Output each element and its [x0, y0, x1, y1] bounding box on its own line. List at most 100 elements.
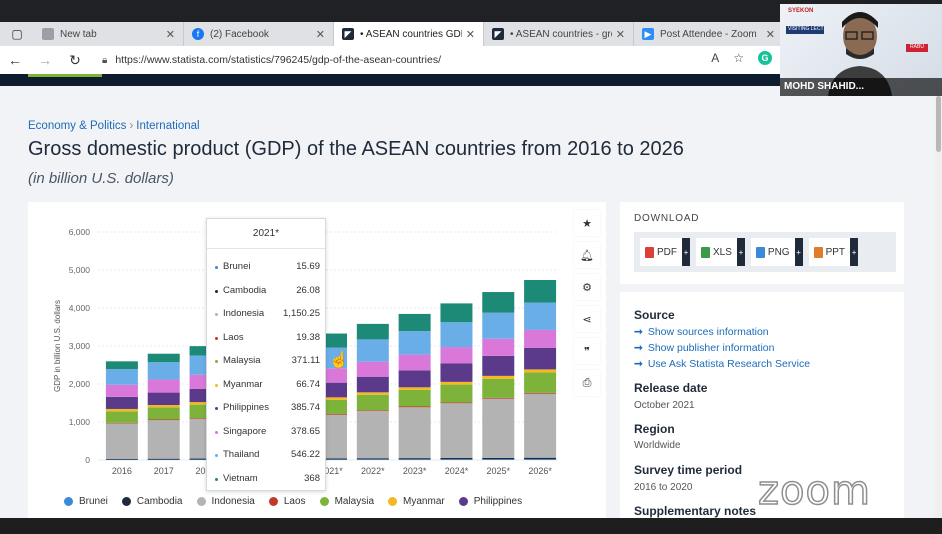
bar-segment[interactable] — [105, 423, 138, 459]
bar-segment[interactable] — [524, 369, 557, 373]
bar-segment[interactable] — [524, 457, 557, 460]
url-field[interactable]: https://www.statista.com/statistics/7962… — [115, 54, 441, 66]
bar-segment[interactable] — [147, 419, 180, 421]
bar-segment[interactable] — [356, 458, 389, 460]
bar-segment[interactable] — [482, 375, 515, 379]
download-png-button[interactable]: PNG + — [750, 238, 803, 266]
bar-segment[interactable] — [147, 379, 180, 393]
bar-segment[interactable] — [398, 459, 431, 460]
bar-segment[interactable] — [524, 372, 557, 393]
bar-segment[interactable] — [524, 459, 557, 460]
plus-icon[interactable]: + — [794, 238, 803, 266]
bar-segment[interactable] — [440, 384, 473, 403]
forward-icon[interactable]: → — [30, 52, 60, 68]
plus-icon[interactable]: + — [850, 238, 859, 266]
bar-segment[interactable] — [105, 369, 138, 385]
bar-segment[interactable] — [524, 347, 557, 370]
gear-icon[interactable]: ⚙ — [574, 274, 600, 300]
legend-item[interactable]: Brunei — [64, 496, 108, 507]
legend-item[interactable]: Malaysia — [319, 496, 374, 507]
bar-segment[interactable] — [147, 458, 180, 460]
show-sources-link[interactable]: ➞ Show sources information — [634, 326, 769, 338]
bar-segment[interactable] — [440, 381, 473, 385]
bar-segment[interactable] — [482, 459, 515, 460]
breadcrumb-link-international[interactable]: International — [136, 120, 199, 132]
bar-segment[interactable] — [398, 406, 431, 408]
legend-item[interactable]: Indonesia — [196, 496, 255, 507]
close-icon[interactable]: ✕ — [466, 28, 475, 41]
bar-segment[interactable] — [356, 339, 389, 362]
bar-segment[interactable] — [482, 397, 515, 399]
bar-segment[interactable] — [398, 313, 431, 332]
bar-segment[interactable] — [105, 396, 138, 409]
favorites-icon[interactable]: ☆ — [733, 51, 744, 65]
bar-segment[interactable] — [524, 393, 557, 458]
bar-segment[interactable] — [398, 458, 431, 460]
bar-segment[interactable] — [398, 407, 431, 459]
scrollbar-thumb[interactable] — [936, 96, 941, 152]
print-icon[interactable]: ⎙ — [574, 370, 600, 396]
bar-segment[interactable] — [524, 329, 557, 348]
bar-segment[interactable] — [356, 376, 389, 393]
download-pdf-button[interactable]: PDF + — [640, 238, 690, 266]
legend-item[interactable]: Myanmar — [388, 496, 445, 507]
tab-new-tab[interactable]: New tab ✕ — [34, 22, 184, 46]
bar-segment[interactable] — [482, 355, 515, 376]
bar-segment[interactable] — [356, 410, 389, 411]
bar-segment[interactable] — [147, 392, 180, 406]
close-icon[interactable]: ✕ — [766, 28, 775, 41]
bar-segment[interactable] — [356, 459, 389, 460]
tab-asean-gross[interactable]: ◤ • ASEAN countries - gross ✕ — [484, 22, 634, 46]
bar-segment[interactable] — [105, 408, 138, 412]
bar-segment[interactable] — [398, 389, 431, 407]
bar-segment[interactable] — [105, 411, 138, 423]
bar-segment[interactable] — [356, 323, 389, 340]
bar-segment[interactable] — [440, 303, 473, 323]
bar-segment[interactable] — [356, 410, 389, 459]
breadcrumb-link-economy[interactable]: Economy & Politics — [28, 120, 126, 132]
bar-segment[interactable] — [105, 361, 138, 370]
bar-segment[interactable] — [440, 322, 473, 348]
bar-segment[interactable] — [440, 363, 473, 382]
show-publisher-link[interactable]: ➞ Show publisher information — [634, 342, 774, 354]
bar-segment[interactable] — [147, 420, 180, 459]
bar-segment[interactable] — [482, 457, 515, 460]
bar-segment[interactable] — [398, 331, 431, 355]
share-icon[interactable]: ⋖ — [574, 306, 600, 332]
tab-actions-icon[interactable]: ▢ — [0, 22, 34, 46]
bar-segment[interactable] — [147, 353, 180, 363]
star-icon[interactable]: ★ — [574, 210, 600, 236]
back-icon[interactable]: ← — [0, 52, 30, 68]
bar-segment[interactable] — [356, 394, 389, 411]
read-aloud-icon[interactable]: A — [711, 51, 719, 65]
bar-segment[interactable] — [105, 384, 138, 397]
legend-item[interactable]: Cambodia — [121, 496, 183, 507]
legend-item[interactable]: Philippines — [458, 496, 522, 507]
bar-segment[interactable] — [398, 387, 431, 390]
close-icon[interactable]: ✕ — [166, 28, 175, 41]
bar-segment[interactable] — [482, 312, 515, 339]
bar-segment[interactable] — [524, 392, 557, 394]
bar-segment[interactable] — [105, 422, 138, 424]
download-ppt-button[interactable]: PPT + — [808, 238, 859, 266]
bar-segment[interactable] — [482, 292, 515, 313]
bell-icon[interactable]: 🔔︎ — [574, 242, 600, 268]
lock-icon[interactable]: 🔒︎ — [102, 55, 107, 66]
bar-segment[interactable] — [524, 279, 557, 303]
bar-segment[interactable] — [356, 392, 389, 395]
tab-facebook[interactable]: f (2) Facebook ✕ — [184, 22, 334, 46]
close-icon[interactable]: ✕ — [316, 28, 325, 41]
bar-segment[interactable] — [105, 458, 138, 460]
ask-statista-link[interactable]: ➞ Use Ask Statista Research Service — [634, 358, 810, 370]
bar-segment[interactable] — [440, 347, 473, 364]
bar-segment[interactable] — [482, 338, 515, 356]
bar-segment[interactable] — [398, 370, 431, 388]
bar-segment[interactable] — [524, 302, 557, 330]
bar-segment[interactable] — [440, 459, 473, 460]
bar-segment[interactable] — [440, 402, 473, 404]
tab-zoom[interactable]: ▶ Post Attendee - Zoom ✕ — [634, 22, 784, 46]
quote-icon[interactable]: ❞ — [574, 338, 600, 364]
bar-segment[interactable] — [482, 378, 515, 398]
bar-segment[interactable] — [482, 398, 515, 458]
grammarly-extension-icon[interactable]: G — [758, 51, 772, 65]
